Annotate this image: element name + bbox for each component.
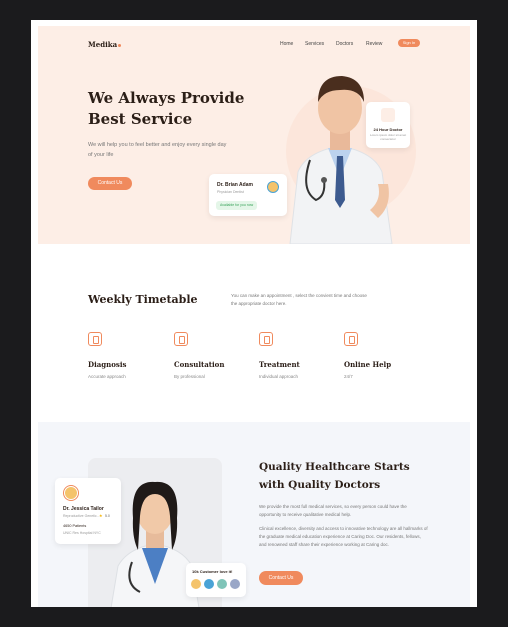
nav-review[interactable]: Review	[366, 41, 382, 47]
support-text: Lorem ipsum dolor sit amet consectetur	[369, 133, 407, 141]
jessica-avatar	[64, 486, 78, 500]
customers-label: 10k Customer love it!	[192, 569, 233, 574]
heart-monitor-icon	[259, 332, 273, 346]
quality-contact-button[interactable]: Contact Us	[259, 571, 303, 585]
timetable-description: You can make an appointment , select the…	[231, 293, 367, 306]
support-card: 24 Hour Doctor Lorem ipsum dolor sit ame…	[366, 102, 410, 148]
hero-contact-button[interactable]: Contact Us	[88, 177, 132, 190]
feature-title: Consultation	[174, 360, 225, 369]
feature-consultation: Consultation By professional	[174, 332, 254, 379]
logo-dot-icon	[118, 44, 122, 47]
availability-badge: Available for you now	[216, 201, 258, 210]
online-help-icon	[344, 332, 358, 346]
feature-desc: Accurate approach	[88, 374, 126, 379]
jessica-name: Dr. Jessica Tailor	[63, 506, 104, 512]
timetable-title: Weekly Timetable	[88, 293, 198, 306]
jessica-card: Dr. Jessica Tailor Reproductive Genetic.…	[55, 478, 121, 544]
customer-avatar	[191, 579, 201, 589]
doctor-card: Dr. Brian Adam Physician Dentist Availab…	[209, 174, 287, 216]
doctor-man-photo	[289, 76, 393, 244]
feature-desc: By professional	[174, 374, 205, 379]
signin-button[interactable]: Sign In	[398, 39, 420, 47]
feature-treatment: Treatment Individual approach	[259, 332, 339, 379]
support-title: 24 Hour Doctor	[373, 127, 403, 132]
feature-desc: 24/7	[344, 374, 353, 379]
doctor-avatar	[267, 181, 279, 193]
customer-avatar	[217, 579, 227, 589]
hero-title-line1: We Always Provide	[88, 89, 245, 107]
support-icon	[381, 108, 395, 122]
jessica-hospital: UNIC Res Hospital NYC	[63, 531, 101, 535]
clipboard-icon	[88, 332, 102, 346]
feature-diagnosis: Diagnosis Accurate approach	[88, 332, 168, 379]
doctor-role: Physician Dentist	[217, 190, 244, 194]
customers-card: 10k Customer love it!	[186, 563, 246, 597]
quality-title-line2: with Quality Doctors	[259, 479, 381, 491]
brand-logo[interactable]: Medika	[88, 40, 122, 49]
quality-title: Quality Healthcare Starts with Quality Do…	[259, 458, 434, 494]
nav-home[interactable]: Home	[280, 41, 293, 47]
hero-section: Medika Home Services Doctors Review Sign…	[38, 26, 470, 244]
feature-desc: Individual approach	[259, 374, 299, 379]
customer-avatar	[204, 579, 214, 589]
nav-services[interactable]: Services	[305, 41, 324, 47]
nav-doctors[interactable]: Doctors	[336, 41, 353, 47]
quality-paragraph-2: Clinical excellence, diversity and acces…	[259, 526, 428, 547]
hero-subtitle: We will help you to feel better and enjo…	[88, 142, 227, 158]
feature-title: Online Help	[344, 360, 392, 369]
customer-avatar	[230, 579, 240, 589]
doctor-icon	[174, 332, 188, 346]
page-canvas: Medika Home Services Doctors Review Sign…	[31, 20, 477, 607]
feature-title: Treatment	[259, 360, 300, 369]
doctor-name: Dr. Brian Adam	[217, 182, 253, 188]
jessica-role: Reproductive Genetic...	[63, 514, 100, 518]
feature-title: Diagnosis	[88, 360, 127, 369]
star-icon: ★	[99, 513, 103, 518]
hero-title-line2: Best Service	[88, 110, 193, 128]
jessica-patients: 4650 Patients	[63, 524, 87, 528]
quality-paragraph-1: We provide the most full medical service…	[259, 504, 407, 517]
jessica-rating: 5.0	[105, 514, 110, 518]
quality-title-line1: Quality Healthcare Starts	[259, 461, 410, 473]
feature-online-help: Online Help 24/7	[344, 332, 424, 379]
hero-title: We Always Provide Best Service	[88, 88, 288, 130]
